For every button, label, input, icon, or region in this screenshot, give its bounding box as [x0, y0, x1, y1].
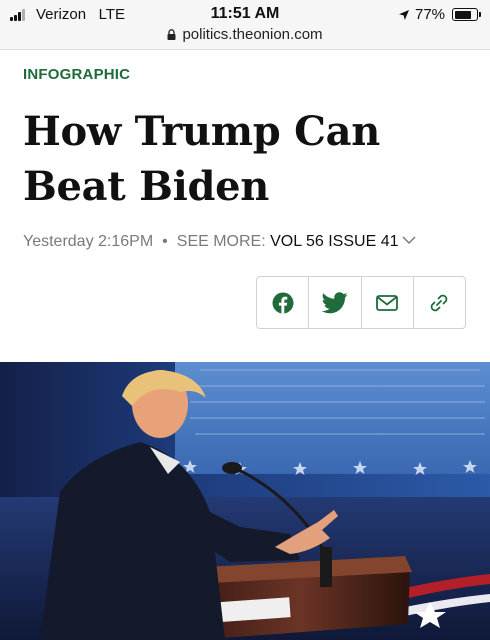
browser-chrome: Verizon LTE 11:51 AM 77% politics.theoni…: [0, 0, 490, 50]
publish-time: Yesterday 2:16PM: [23, 233, 154, 250]
share-link-button[interactable]: [414, 277, 465, 328]
battery-percent: 77%: [415, 6, 446, 23]
battery-icon: [452, 8, 478, 21]
article-headline: How Trump Can Beat Biden: [23, 104, 463, 214]
facebook-icon: [272, 292, 294, 313]
issue-label: VOL 56 ISSUE 41: [270, 233, 399, 250]
headline-line-1: How Trump Can: [23, 108, 380, 155]
chevron-down-icon: [401, 236, 416, 245]
location-arrow-icon: [399, 10, 409, 20]
battery-cap: [479, 12, 481, 17]
battery-fill: [454, 10, 471, 19]
status-bar: Verizon LTE 11:51 AM 77%: [0, 2, 490, 26]
debate-photo-illustration: [0, 362, 490, 640]
link-icon: [431, 294, 448, 311]
see-more-label: SEE MORE:: [176, 233, 266, 250]
issue-link[interactable]: VOL 56 ISSUE 41: [270, 233, 416, 250]
share-bar: [256, 276, 466, 329]
headline-line-2: Beat Biden: [23, 163, 270, 210]
share-email-button[interactable]: [362, 277, 414, 328]
share-twitter-button[interactable]: [309, 277, 362, 328]
address-bar[interactable]: politics.theonion.com: [0, 26, 490, 46]
url-text: politics.theonion.com: [182, 26, 323, 43]
share-facebook-button[interactable]: [257, 277, 310, 328]
meta-separator: •: [162, 233, 168, 250]
hero-photo: [0, 362, 490, 640]
email-icon: [376, 294, 399, 311]
section-link[interactable]: INFOGRAPHIC: [23, 66, 130, 83]
twitter-icon: [321, 291, 348, 313]
article-meta: Yesterday 2:16PM • SEE MORE: VOL 56 ISSUE …: [23, 233, 416, 251]
lock-icon: [167, 29, 176, 40]
